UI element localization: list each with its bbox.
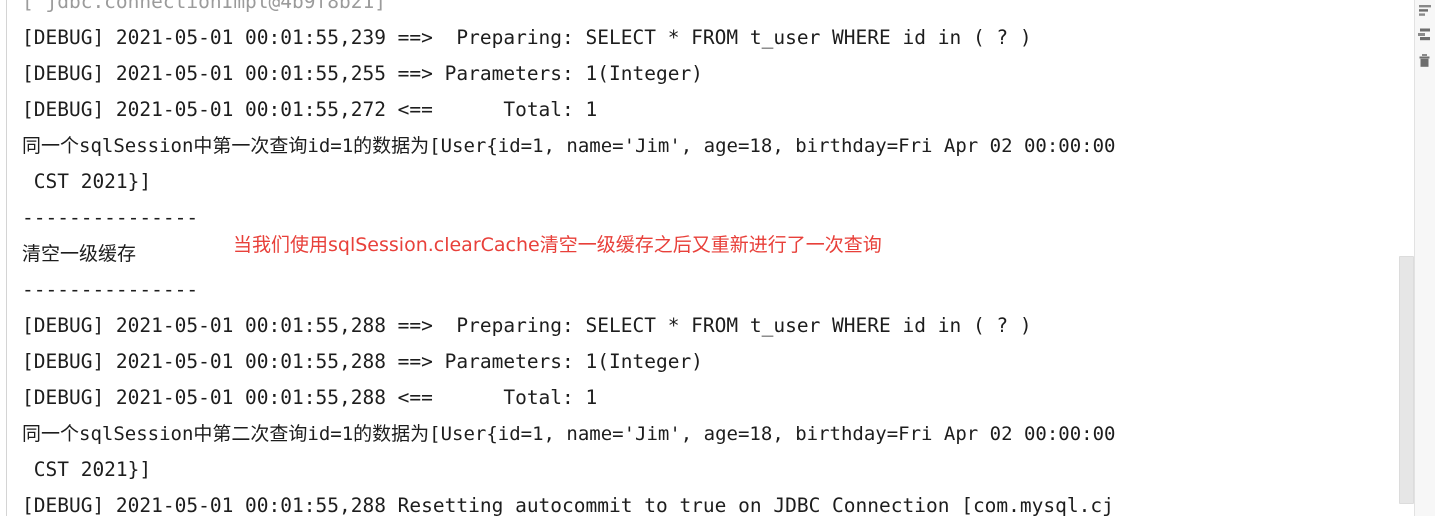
- log-line: 同一个sqlSession中第一次查询id=1的数据为[User{id=1, n…: [22, 135, 1116, 157]
- log-line: CST 2021}]: [22, 170, 152, 193]
- log-line: [DEBUG] 2021-05-01 00:01:55,288 <== Tota…: [22, 386, 598, 409]
- log-line: [DEBUG] 2021-05-01 00:01:55,255 ==> Para…: [22, 62, 703, 85]
- log-line: [DEBUG] 2021-05-01 00:01:55,272 <== Tota…: [22, 98, 598, 121]
- log-text-container[interactable]: [ jdbc.connectionImpl@4b9f8b21] [DEBUG] …: [22, 0, 1392, 516]
- scroll-to-end-icon[interactable]: [1416, 26, 1434, 44]
- log-line: [DEBUG] 2021-05-01 00:01:55,288 Resettin…: [22, 494, 1114, 516]
- log-line: [ jdbc.connectionImpl@4b9f8b21]: [22, 0, 386, 13]
- annotation-clear-cache-note: 当我们使用sqlSession.clearCache清空一级缓存之后又重新进行了…: [233, 234, 882, 256]
- console-output-panel[interactable]: [ jdbc.connectionImpl@4b9f8b21] [DEBUG] …: [0, 0, 1435, 516]
- log-line: CST 2021}]: [22, 458, 152, 481]
- gutter-divider: [6, 0, 7, 516]
- console-right-toolbar[interactable]: [1414, 0, 1435, 516]
- trash-icon[interactable]: [1416, 52, 1434, 70]
- soft-wrap-icon[interactable]: [1416, 2, 1434, 20]
- log-line: [DEBUG] 2021-05-01 00:01:55,288 ==> Prep…: [22, 314, 1032, 337]
- log-line-separator: ---------------: [22, 206, 199, 229]
- log-line: [DEBUG] 2021-05-01 00:01:55,239 ==> Prep…: [22, 26, 1032, 49]
- log-line: [DEBUG] 2021-05-01 00:01:55,288 ==> Para…: [22, 350, 703, 373]
- vertical-scrollbar-thumb[interactable]: [1399, 256, 1414, 504]
- log-line: 同一个sqlSession中第二次查询id=1的数据为[User{id=1, n…: [22, 423, 1116, 445]
- log-line-separator: ---------------: [22, 278, 199, 301]
